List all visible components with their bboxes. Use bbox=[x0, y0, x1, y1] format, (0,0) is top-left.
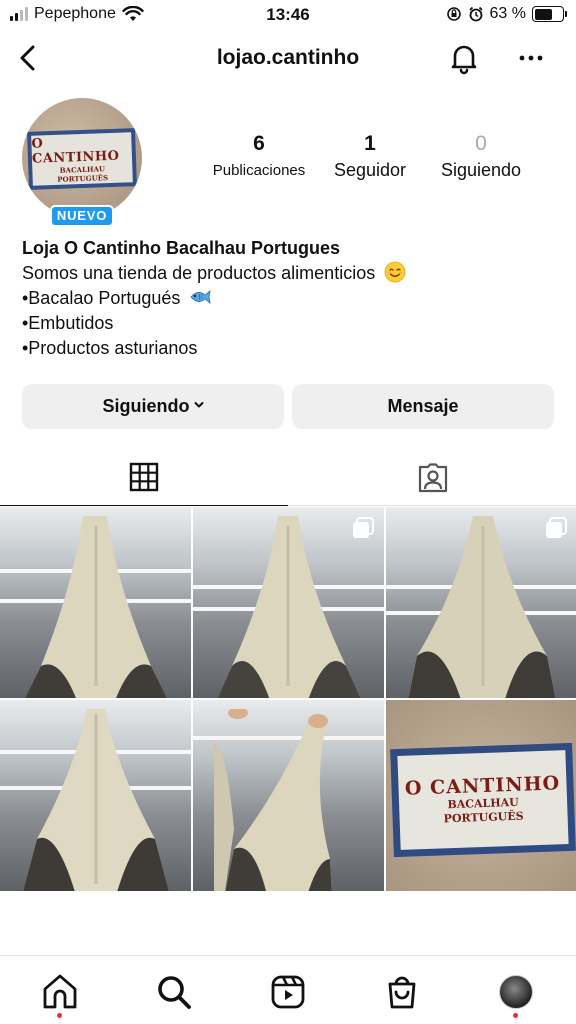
grid-icon bbox=[129, 462, 159, 492]
smiling-face-emoji-icon bbox=[384, 261, 406, 283]
search-icon bbox=[158, 976, 191, 1009]
post-thumbnail[interactable]: O CANTINHO BACALHAU PORTUGUÊS bbox=[386, 700, 576, 891]
tab-posts-grid[interactable] bbox=[0, 450, 288, 506]
store-sign-line2: PORTUGUÊS bbox=[443, 809, 524, 826]
dried-cod-image bbox=[217, 516, 360, 698]
store-sign-title: O CANTINHO bbox=[404, 772, 561, 800]
bio-line-text: •Bacalao Portugués bbox=[22, 288, 181, 308]
stat-posts-count: 6 bbox=[253, 132, 265, 155]
stat-posts-label: Publicaciones bbox=[212, 162, 306, 179]
battery-percent: 63 % bbox=[489, 5, 526, 22]
avatar-image: O CANTINHO BACALHAU PORTUGUÊS bbox=[22, 98, 142, 218]
dried-cod-image bbox=[22, 709, 169, 891]
stat-following-label: Siguiendo bbox=[440, 160, 522, 180]
reels-icon bbox=[271, 975, 305, 1009]
profile-avatar[interactable]: O CANTINHO BACALHAU PORTUGUÊS bbox=[22, 98, 142, 218]
battery-icon bbox=[532, 6, 567, 22]
stat-posts[interactable]: 6 Publicaciones bbox=[206, 132, 312, 179]
dried-cod-image bbox=[213, 709, 332, 891]
multiple-photos-icon bbox=[353, 517, 374, 538]
new-badge: NUEVO bbox=[50, 205, 114, 227]
avatar-sign: O CANTINHO BACALHAU PORTUGUÊS bbox=[27, 128, 137, 190]
following-button-label: Siguiendo bbox=[102, 396, 190, 416]
nav-shop[interactable] bbox=[382, 972, 422, 1012]
battery-fill bbox=[534, 8, 552, 20]
post-thumbnail[interactable] bbox=[386, 507, 576, 698]
notification-dot bbox=[513, 1013, 518, 1018]
profile-name: Loja O Cantinho Bacalhau Portugues bbox=[22, 238, 341, 258]
notification-dot bbox=[57, 1013, 62, 1018]
avatar-sign-panel: O CANTINHO BACALHAU PORTUGUÊS bbox=[31, 132, 133, 186]
home-icon bbox=[43, 974, 77, 1009]
nav-home[interactable] bbox=[40, 972, 80, 1018]
nav-search[interactable] bbox=[154, 972, 194, 1012]
rotation-lock-icon bbox=[446, 7, 461, 21]
avatar-sign-line2: PORTUGUÊS bbox=[57, 173, 109, 184]
post-thumbnail[interactable] bbox=[0, 507, 191, 698]
bio-line: •Bacalao Portugués bbox=[22, 286, 562, 311]
profile-username: lojao.cantinho bbox=[216, 46, 360, 69]
multiple-photos-icon bbox=[546, 517, 567, 538]
fish-emoji-icon bbox=[190, 290, 211, 304]
stat-followers-count: 1 bbox=[364, 132, 376, 155]
post-thumbnail[interactable] bbox=[193, 700, 384, 891]
following-button[interactable]: Siguiendo bbox=[22, 384, 284, 429]
bio-line-text: •Productos asturianos bbox=[22, 338, 198, 358]
stat-following-count: 0 bbox=[475, 132, 487, 155]
stat-followers[interactable]: 1 Seguidor bbox=[324, 132, 416, 181]
avatar-sign-title: O CANTINHO bbox=[31, 136, 120, 167]
bio-line: Somos una tienda de productos alimentici… bbox=[22, 261, 562, 286]
tab-tagged[interactable] bbox=[288, 450, 576, 506]
status-bar: Pepephone 13:46 63 % bbox=[0, 0, 576, 30]
chevron-down-icon bbox=[194, 402, 203, 408]
bio-line-text: •Embutidos bbox=[22, 313, 114, 333]
bell-icon[interactable] bbox=[446, 40, 482, 76]
posts-grid: O CANTINHO BACALHAU PORTUGUÊS bbox=[0, 507, 576, 891]
post-thumbnail[interactable] bbox=[0, 700, 191, 891]
status-right: 63 % bbox=[446, 5, 567, 23]
dried-cod-image bbox=[408, 516, 555, 698]
profile-header: lojao.cantinho bbox=[0, 36, 576, 80]
message-button[interactable]: Mensaje bbox=[292, 384, 554, 429]
post-thumbnail[interactable] bbox=[193, 507, 384, 698]
store-sign: O CANTINHO BACALHAU PORTUGUÊS bbox=[390, 742, 576, 858]
stat-following[interactable]: 0 Siguiendo bbox=[432, 132, 530, 181]
tagged-icon bbox=[418, 463, 448, 493]
nav-profile[interactable] bbox=[496, 972, 536, 1018]
bio-line-text: Somos una tienda de productos alimentici… bbox=[22, 263, 376, 283]
store-sign-panel: O CANTINHO BACALHAU PORTUGUÊS bbox=[397, 750, 569, 850]
nav-reels[interactable] bbox=[268, 972, 308, 1012]
shop-icon bbox=[388, 976, 416, 1009]
profile-bio: Loja O Cantinho Bacalhau Portugues Somos… bbox=[22, 236, 562, 361]
bottom-navigation bbox=[0, 955, 576, 1024]
profile-tabs bbox=[0, 450, 576, 506]
dried-cod-image bbox=[24, 516, 167, 698]
stat-followers-label: Seguidor bbox=[333, 160, 407, 180]
profile-avatar-icon bbox=[499, 975, 533, 1009]
more-icon[interactable] bbox=[514, 46, 548, 70]
alarm-icon bbox=[468, 6, 483, 22]
